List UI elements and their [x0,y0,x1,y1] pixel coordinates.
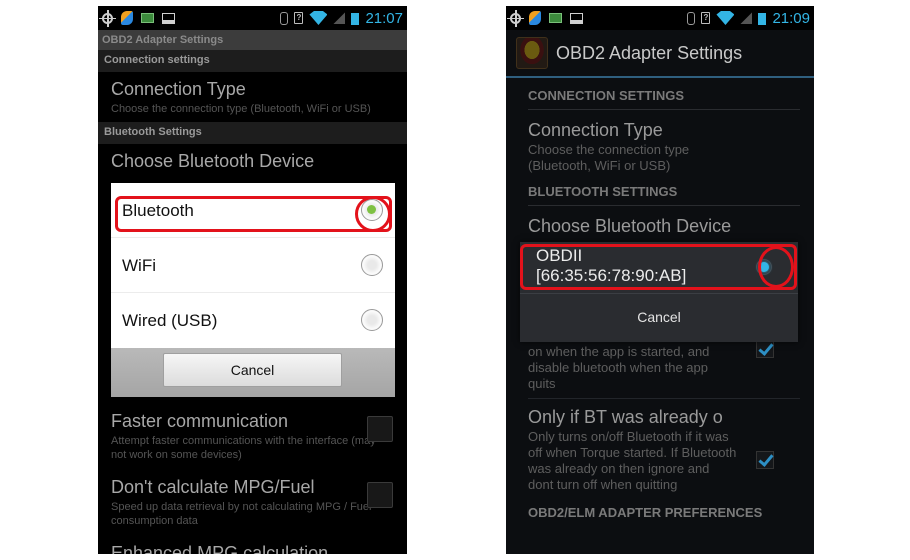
pref-summary: Choose the connection type (Bluetooth, W… [111,103,371,115]
wifi-icon [716,11,735,25]
pref-title: Connection Type [111,79,246,99]
option-bluetooth[interactable]: Bluetooth [111,183,395,238]
category-connection-settings: Connection settings [98,50,407,72]
category-bluetooth-settings: BLUETOOTH SETTINGS [528,180,800,206]
left-phone-screen: ? 21:07 OBD2 Adapter Settings Connection… [98,6,407,554]
pref-summary: Attempt faster communications with the i… [111,435,376,461]
image-icon [162,12,175,24]
battery-icon [758,11,767,25]
option-label: WiFi [122,256,156,275]
device-option-obdii[interactable]: OBDII [66:35:56:78:90:AB] [520,242,798,294]
faster-communication-checkbox[interactable] [367,416,393,442]
pref-summary: Choose the connection type (Bluetooth, W… [528,142,690,173]
pref-dont-calculate-mpg[interactable]: Don't calculate MPG/Fuel Speed up data r… [98,470,407,536]
wifi-icon [309,11,328,25]
option-wired-usb[interactable]: Wired (USB) [111,293,395,348]
device-address: [66:35:56:78:90:AB] [536,266,687,285]
radio-button[interactable] [361,309,383,331]
category-connection-settings: CONNECTION SETTINGS [528,78,800,110]
dont-calculate-mpg-checkbox[interactable] [367,482,393,508]
signal-icon [333,12,346,24]
status-bar: ? 21:09 [506,6,814,30]
sim-icon: ? [294,12,304,24]
only-if-bt-already-on-checkbox[interactable] [756,451,774,469]
pref-title: Don't calculate MPG/Fuel [111,477,315,497]
radio-button-selected[interactable] [361,199,383,221]
pref-connection-type[interactable]: Connection Type Choose the connection ty… [98,72,407,120]
option-label: Bluetooth [122,201,194,220]
signal-icon [740,12,753,24]
bluetooth-icon [280,11,289,25]
bluetooth-icon [687,11,696,25]
radio-button-selected[interactable] [756,259,772,275]
pref-title: Choose Bluetooth Device [111,151,315,171]
window-title: OBD2 Adapter Settings [98,30,407,50]
cancel-button[interactable]: Cancel [163,353,342,387]
option-label: Wired (USB) [122,311,218,330]
dialog-button-bar: Cancel [111,348,395,397]
pref-title: Connection Type [528,120,663,140]
pref-summary: Speed up data retrieval by not calculati… [111,501,372,527]
pref-title: Only if BT was already o [528,407,723,427]
pref-choose-bluetooth-device[interactable]: Choose Bluetooth Device [506,206,814,244]
auto-enable-bluetooth-checkbox[interactable] [756,340,774,358]
connection-type-dialog: Bluetooth WiFi Wired (USB) Cancel [111,183,395,397]
gps-icon [507,9,524,27]
image-icon [570,12,583,24]
gps-icon [99,9,116,27]
pref-faster-communication[interactable]: Faster communication Attempt faster comm… [98,404,407,470]
status-time: 21:09 [772,9,810,27]
torque-app-icon [121,11,133,25]
pref-enhanced-mpg[interactable]: Enhanced MPG calculation [98,536,407,554]
action-bar-title: OBD2 Adapter Settings [556,42,743,63]
obd-icon [141,13,154,23]
option-wifi[interactable]: WiFi [111,238,395,293]
pref-only-if-bt-already-on[interactable]: Only if BT was already o Only turns on/o… [506,399,814,499]
device-label: OBDII [66:35:56:78:90:AB] [536,246,686,286]
pref-title: Enhanced MPG calculation [111,543,329,554]
pref-summary: Only turns on/off Bluetooth if it was of… [528,429,737,492]
action-bar: OBD2 Adapter Settings [506,30,814,78]
pref-choose-bluetooth-device[interactable]: Choose Bluetooth Device [98,144,407,176]
status-time: 21:07 [365,9,403,27]
sim-icon: ? [701,12,711,24]
status-bar: ? 21:07 [98,6,407,30]
device-name: OBDII [536,246,583,265]
pref-title: Faster communication [111,411,289,431]
right-phone-screen: ? 21:09 OBD2 Adapter Settings CONNECTION… [506,6,814,554]
pref-title: Choose Bluetooth Device [528,216,732,236]
battery-icon [351,11,360,25]
pref-summary: on when the app is started, and disable … [528,344,710,391]
pref-connection-type[interactable]: Connection Type Choose the connection ty… [506,110,814,180]
choose-device-dialog: OBDII [66:35:56:78:90:AB] Cancel [520,242,798,342]
torque-app-icon [529,11,541,25]
obd-icon [549,13,562,23]
radio-button[interactable] [361,254,383,276]
pref-auto-enable-bluetooth[interactable]: on when the app is started, and disable … [506,340,814,398]
category-bluetooth-settings: Bluetooth Settings [98,122,407,144]
cancel-button[interactable]: Cancel [520,294,798,341]
category-adapter-preferences: OBD2/ELM ADAPTER PREFERENCES [528,505,763,520]
engine-app-icon[interactable] [516,37,548,69]
